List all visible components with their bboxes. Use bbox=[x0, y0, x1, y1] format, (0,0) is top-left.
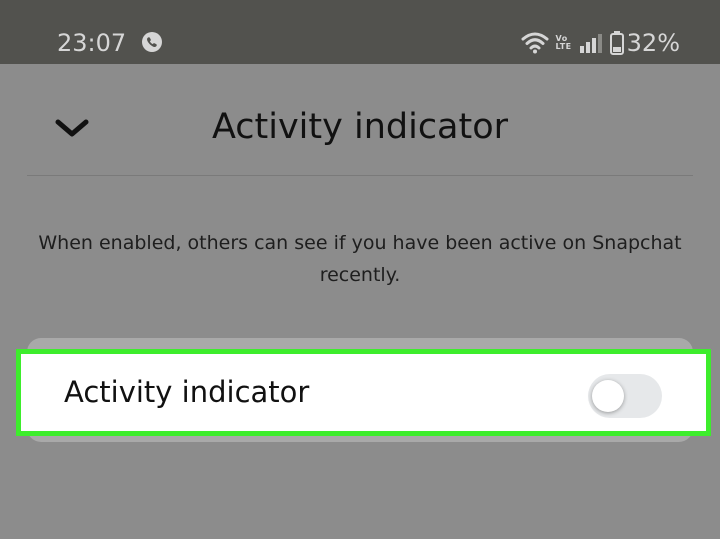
volte-bottom: LTE bbox=[555, 42, 572, 51]
activity-indicator-row[interactable]: Activity indicator bbox=[16, 349, 711, 436]
activity-indicator-label: Activity indicator bbox=[64, 375, 310, 409]
volte-icon: Vo LTE bbox=[555, 35, 571, 51]
status-icons: Vo LTE 32% bbox=[521, 28, 680, 58]
wifi-icon bbox=[521, 32, 549, 54]
battery-percent: 32% bbox=[626, 29, 680, 57]
phone-call-icon bbox=[142, 32, 162, 52]
page-title: Activity indicator bbox=[0, 104, 720, 150]
signal-bars-icon bbox=[579, 34, 602, 53]
toggle-knob bbox=[592, 380, 624, 412]
battery-icon bbox=[609, 31, 624, 55]
header-divider bbox=[27, 175, 693, 176]
setting-description: When enabled, others can see if you have… bbox=[38, 232, 682, 286]
status-time: 23:07 bbox=[57, 29, 127, 57]
page-header: Activity indicator bbox=[0, 64, 720, 176]
activity-indicator-toggle[interactable] bbox=[588, 374, 662, 418]
status-bar: 23:07 Vo LTE 32% bbox=[0, 0, 720, 64]
page-title-text: Activity indicator bbox=[211, 107, 509, 147]
